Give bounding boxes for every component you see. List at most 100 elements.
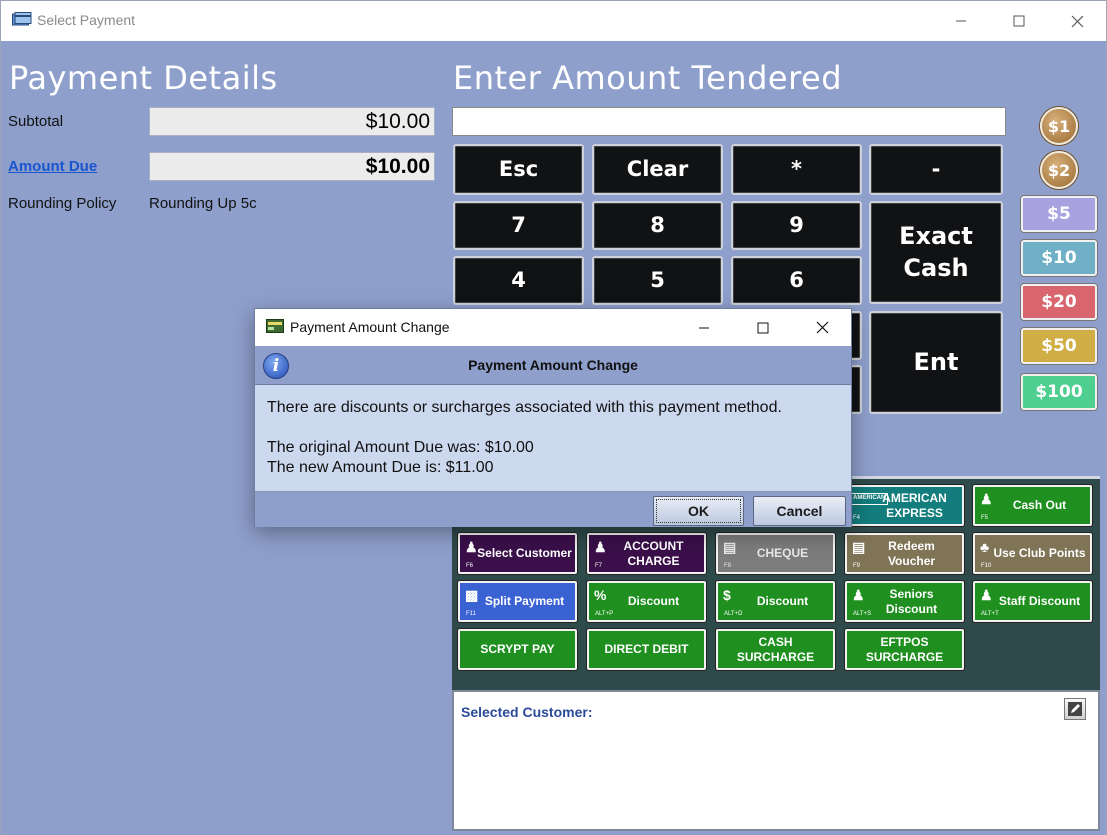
eftpos-line2: SURCHARGE	[865, 649, 944, 664]
edit-customer-button[interactable]	[1064, 698, 1086, 720]
split-payment-shortcut: F11	[466, 610, 476, 617]
discount-dollar-shortcut: ALT+D	[724, 610, 743, 617]
account-line2: CHARGE	[627, 553, 680, 568]
dialog-titlebar: Payment Amount Change	[255, 309, 851, 346]
staff-discount-button[interactable]: ♟ Staff Discount ALT+T	[973, 581, 1092, 622]
note-100-button[interactable]: $100	[1021, 374, 1097, 410]
seniors-line1: Seniors	[889, 586, 934, 601]
cash-out-button[interactable]: ♟ Cash Out F5	[973, 485, 1092, 526]
discount-dollar-button[interactable]: $ Discount ALT+D	[716, 581, 835, 622]
exact-cash-line1: Exact	[899, 222, 973, 251]
dialog-minimize-button[interactable]	[675, 309, 733, 346]
window-title: Select Payment	[37, 12, 136, 28]
discount-percent-button[interactable]: % Discount ALT+P	[587, 581, 706, 622]
split-payment-button[interactable]: ▩ Split Payment F11	[458, 581, 577, 622]
minus-key[interactable]: -	[869, 144, 1003, 195]
dialog-message-surcharge: There are discounts or surcharges associ…	[267, 399, 782, 416]
seniors-discount-button[interactable]: ♟ Seniors Discount ALT+S	[845, 581, 964, 622]
scrypt-pay-button[interactable]: SCRYPT PAY	[458, 629, 577, 670]
account-icon: ♟	[594, 539, 607, 555]
percent-icon: %	[594, 587, 607, 603]
note-5-button[interactable]: $5	[1021, 196, 1097, 232]
amex-line2: EXPRESS	[886, 505, 943, 520]
selected-customer-label: Selected Customer:	[461, 704, 593, 720]
subtotal-value: $10.00	[149, 107, 435, 136]
dollar-icon: $	[723, 587, 731, 603]
note-20-button[interactable]: $20	[1021, 284, 1097, 320]
close-button[interactable]	[1048, 1, 1106, 41]
esc-key[interactable]: Esc	[453, 144, 584, 195]
rounding-policy-value: Rounding Up 5c	[149, 195, 257, 212]
select-customer-label: Select Customer	[477, 546, 572, 560]
note-10-button[interactable]: $10	[1021, 240, 1097, 276]
key-8[interactable]: 8	[592, 201, 723, 250]
redeem-line2: Voucher	[887, 553, 936, 568]
selected-customer-panel: Selected Customer:	[452, 690, 1100, 831]
cash-surcharge-button[interactable]: CASH SURCHARGE	[716, 629, 835, 670]
key-4[interactable]: 4	[453, 256, 584, 305]
maximize-button[interactable]	[990, 1, 1048, 41]
subtotal-label: Subtotal	[8, 113, 64, 130]
amount-due-link[interactable]: Amount Due	[8, 158, 97, 175]
eftpos-surcharge-button[interactable]: EFTPOS SURCHARGE	[845, 629, 964, 670]
dialog-close-button[interactable]	[793, 309, 851, 346]
key-9[interactable]: 9	[731, 201, 862, 250]
select-customer-shortcut: F6	[466, 562, 474, 569]
amex-icon: AMERICAN	[850, 493, 889, 505]
select-customer-button[interactable]: ♟ Select Customer F6	[458, 533, 577, 574]
staff-discount-shortcut: ALT+T	[981, 610, 999, 617]
coin-1-button[interactable]: $1	[1040, 107, 1078, 145]
club-points-shortcut: F10	[981, 562, 992, 569]
key-6[interactable]: 6	[731, 256, 862, 305]
coin-2-button[interactable]: $2	[1040, 151, 1078, 189]
redeem-voucher-button[interactable]: ▤ Redeem Voucher F9	[845, 533, 964, 574]
discount-percent-shortcut: ALT+P	[595, 610, 614, 617]
exact-cash-key[interactable]: Exact Cash	[869, 201, 1003, 304]
clear-key[interactable]: Clear	[592, 144, 723, 195]
cash-surcharge-line2: SURCHARGE	[736, 649, 815, 664]
cheque-icon: ▤	[723, 539, 737, 555]
split-payment-label: Split Payment	[484, 594, 565, 608]
dialog-message-original: The original Amount Due was: $10.00	[267, 439, 534, 456]
rounding-policy-label: Rounding Policy	[8, 195, 117, 212]
cancel-button[interactable]: Cancel	[753, 496, 846, 526]
american-express-button[interactable]: AMERICAN AMERICAN EXPRESS F4	[845, 485, 964, 526]
dialog-app-icon	[266, 319, 284, 333]
account-charge-button[interactable]: ♟ ACCOUNT CHARGE F7	[587, 533, 706, 574]
amount-tendered-input[interactable]	[452, 107, 1006, 136]
use-club-points-button[interactable]: ♣ Use Club Points F10	[973, 533, 1092, 574]
dialog-heading: Payment Amount Change	[468, 357, 638, 373]
cash-out-icon: ♟	[980, 491, 993, 507]
tender-heading: Enter Amount Tendered	[453, 59, 843, 97]
close-icon	[816, 321, 828, 334]
dialog-header: i Payment Amount Change	[255, 346, 851, 385]
account-line1: ACCOUNT	[623, 538, 684, 553]
enter-key[interactable]: Ent	[869, 311, 1003, 414]
amex-line1: AMERICAN	[882, 490, 947, 505]
cheque-button[interactable]: ▤ CHEQUE F8	[716, 533, 835, 574]
dialog-maximize-button[interactable]	[734, 309, 792, 346]
eftpos-line1: EFTPOS	[880, 634, 929, 649]
multiply-key[interactable]: *	[731, 144, 862, 195]
direct-debit-button[interactable]: DIRECT DEBIT	[587, 629, 706, 670]
account-charge-shortcut: F7	[595, 562, 603, 569]
cheque-shortcut: F8	[724, 562, 732, 569]
redeem-line1: Redeem	[888, 538, 935, 553]
minimize-icon	[699, 327, 709, 328]
cash-surcharge-line1: CASH	[758, 634, 793, 649]
amex-shortcut: F4	[853, 514, 861, 521]
minimize-icon	[956, 20, 966, 22]
voucher-icon: ▤	[852, 539, 866, 555]
key-5[interactable]: 5	[592, 256, 723, 305]
payment-details-heading: Payment Details	[9, 59, 278, 97]
redeem-voucher-shortcut: F9	[853, 562, 861, 569]
ok-button[interactable]: OK	[653, 496, 744, 526]
dialog-footer: OK Cancel	[255, 492, 851, 527]
staff-icon: ♟	[980, 587, 993, 603]
key-7[interactable]: 7	[453, 201, 584, 250]
club-icon: ♣	[980, 539, 990, 555]
payment-app-icon	[12, 12, 32, 26]
note-50-button[interactable]: $50	[1021, 328, 1097, 364]
minimize-button[interactable]	[932, 1, 990, 41]
staff-discount-label: Staff Discount	[998, 594, 1081, 608]
